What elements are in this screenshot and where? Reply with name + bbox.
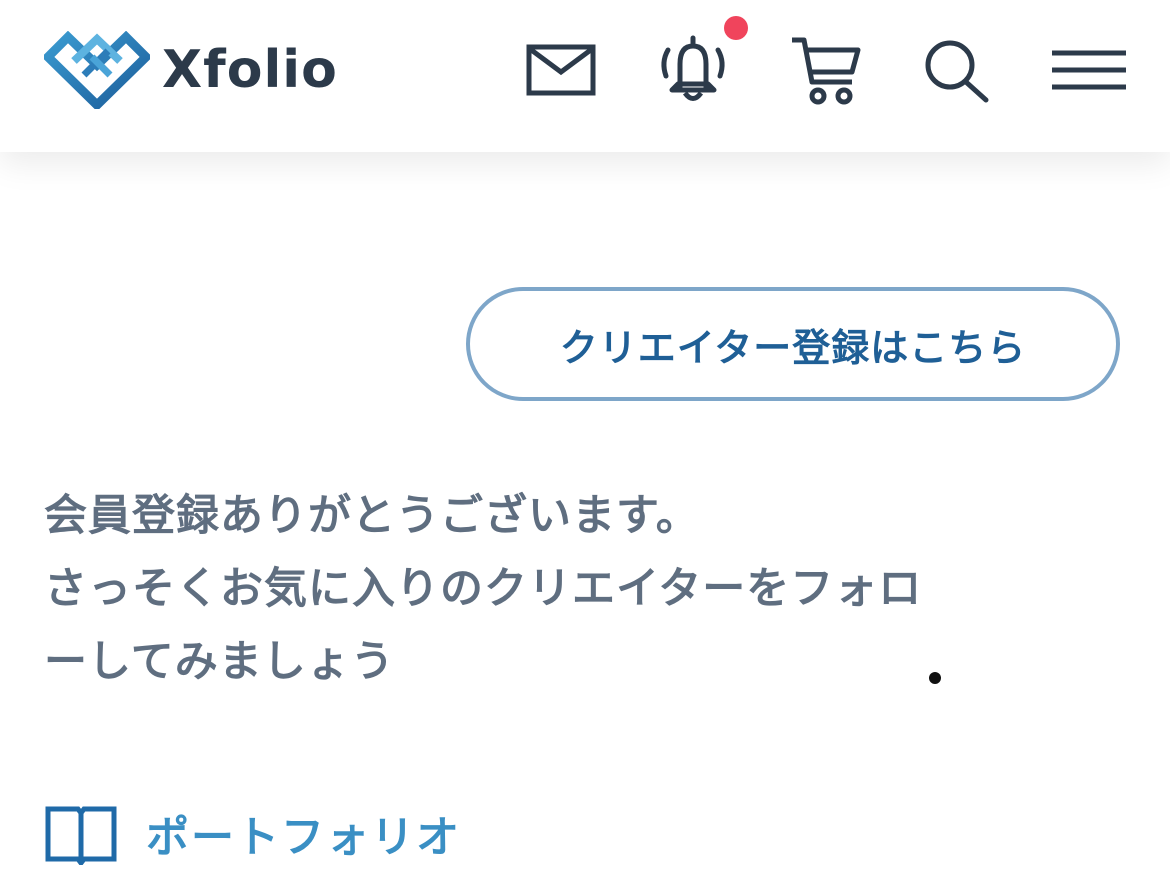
page: Xfolio クリエイター登録はこちら 会員登録ありがとうございます。 さっそく…	[0, 0, 1170, 893]
portfolio-link[interactable]: ポートフォリオ	[44, 800, 461, 868]
creator-signup-label: クリエイター登録はこちら	[559, 325, 1027, 370]
creator-signup-button[interactable]: クリエイター登録はこちら	[466, 287, 1120, 401]
welcome-line: さっそくお気に入りのクリエイターをフォロ	[44, 564, 923, 614]
mail-icon[interactable]	[526, 44, 596, 96]
welcome-message: 会員登録ありがとうございます。 さっそくお気に入りのクリエイターをフォロ ーして…	[44, 480, 1134, 699]
portfolio-label: ポートフォリオ	[146, 813, 461, 863]
cart-icon[interactable]	[790, 34, 862, 108]
logo-wordmark: Xfolio	[162, 40, 338, 100]
heart-diamond-logo-icon	[44, 31, 150, 109]
site-logo[interactable]: Xfolio	[44, 30, 338, 110]
welcome-line: ーしてみましょう	[44, 637, 395, 687]
notification-dot	[724, 16, 748, 40]
stray-dot	[929, 672, 941, 684]
search-icon[interactable]	[922, 38, 992, 104]
top-header: Xfolio	[0, 0, 1170, 152]
bell-icon[interactable]	[656, 30, 730, 106]
open-book-icon	[45, 806, 117, 865]
hamburger-menu-icon[interactable]	[1050, 48, 1128, 92]
welcome-line: 会員登録ありがとうございます。	[44, 491, 700, 541]
